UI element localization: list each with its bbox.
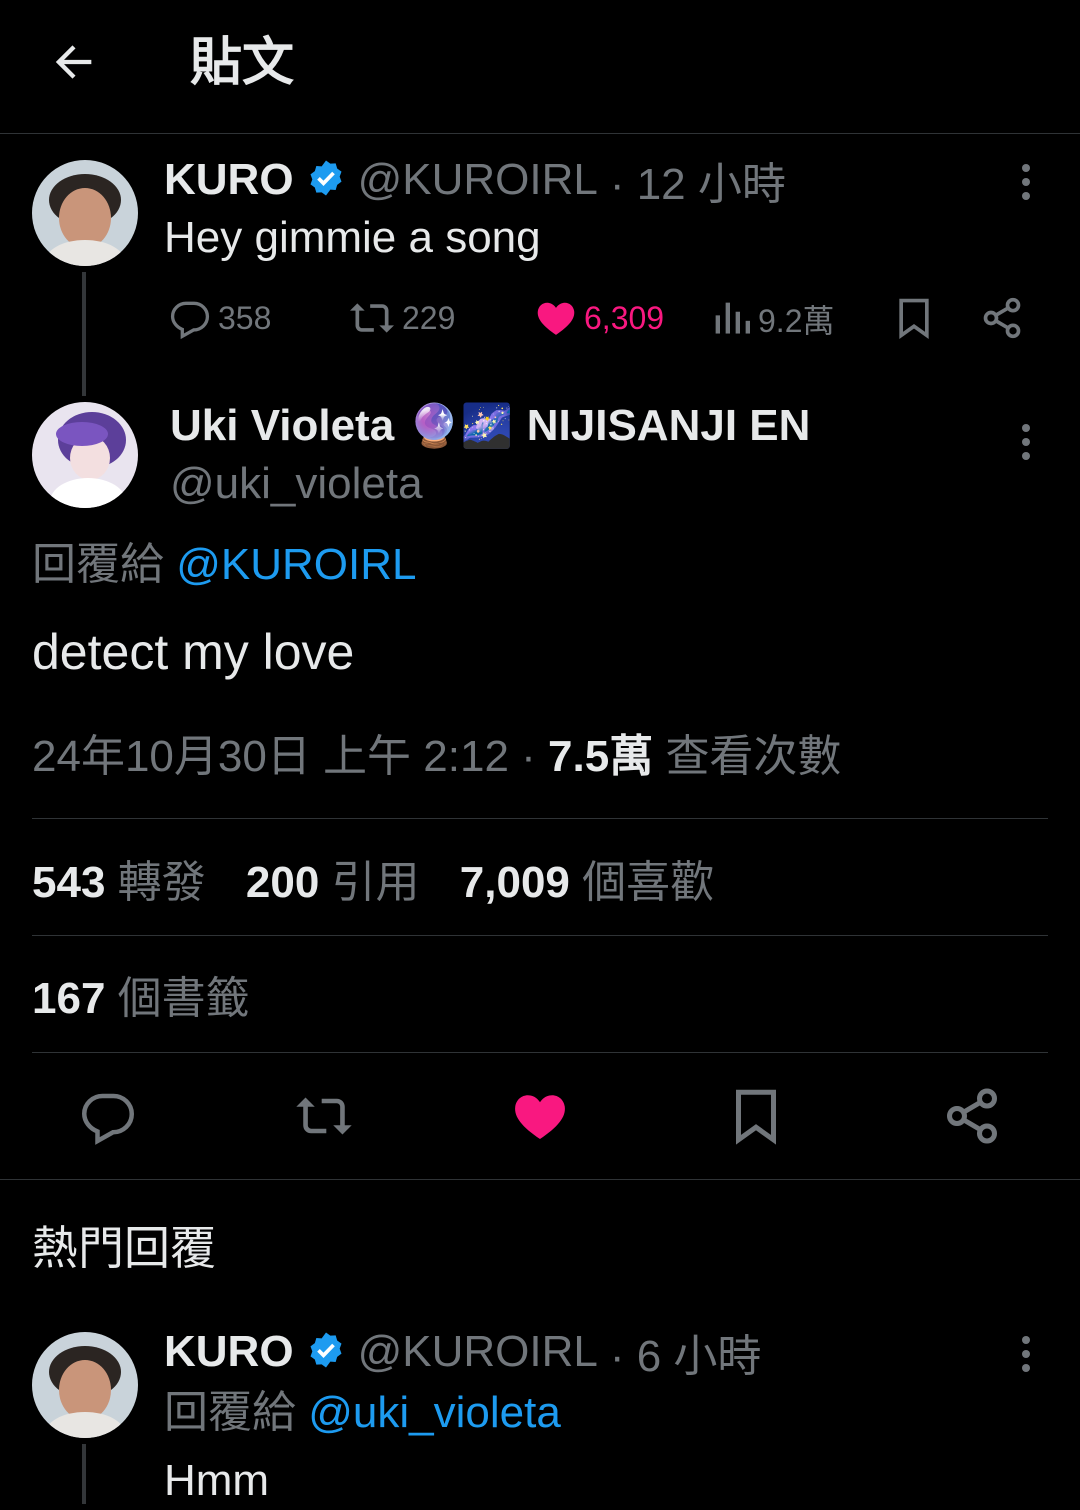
display-name[interactable]: KURO: [164, 1327, 294, 1377]
top-replies-heading[interactable]: 熱門回覆: [32, 1218, 216, 1278]
display-name[interactable]: KURO: [164, 155, 294, 205]
more-options-icon[interactable]: [1006, 162, 1046, 202]
reply-text: Hmm: [164, 1456, 270, 1505]
mention-link[interactable]: @uki_violeta: [308, 1388, 561, 1437]
page-title: 貼文: [190, 34, 295, 92]
handle[interactable]: @KUROIRL: [358, 1327, 598, 1377]
like-button[interactable]: 6,309: [534, 296, 664, 340]
engagement-stats: 543 轉發 200 引用 7,009 個喜歡: [32, 854, 714, 912]
avatar-uki[interactable]: [32, 402, 138, 508]
views-icon: [715, 302, 750, 334]
thread-line: [82, 1444, 86, 1504]
timestamp[interactable]: · 6 小時: [610, 1320, 762, 1384]
bookmarks-stat[interactable]: 167 個書籤: [32, 970, 250, 1028]
reply-count: 358: [218, 299, 272, 336]
likes-stat[interactable]: 7,009 個喜歡: [460, 858, 714, 907]
divider: [32, 935, 1048, 936]
reply-prefix: 回覆給: [32, 540, 164, 589]
avatar-kuro[interactable]: [32, 1332, 138, 1438]
divider: [32, 818, 1048, 819]
reply-button[interactable]: 358: [168, 296, 271, 340]
display-name[interactable]: Uki Violeta: [170, 401, 394, 451]
reply-icon[interactable]: [78, 1086, 138, 1146]
back-arrow-icon[interactable]: [48, 36, 100, 88]
avatar-kuro[interactable]: [32, 160, 138, 266]
handle[interactable]: @KUROIRL: [358, 155, 598, 205]
reply-context: 回覆給 @KUROIRL: [32, 536, 417, 594]
reply-prefix: 回覆給: [164, 1388, 296, 1437]
reply-context: 回覆給 @uki_violeta: [164, 1384, 561, 1442]
tweet-meta: 24年10月30日 上午 2:12 · 7.5萬 查看次數: [32, 728, 841, 786]
retweet-count: 229: [402, 299, 456, 336]
like-count: 6,309: [584, 299, 665, 336]
tweet-header: KURO @KUROIRL · 12 小時: [164, 152, 786, 209]
divider: [32, 1052, 1048, 1053]
verified-badge-icon: [306, 158, 346, 203]
more-options-icon[interactable]: [1006, 1334, 1046, 1374]
heart-filled-icon: [537, 302, 575, 335]
bookmark-icon[interactable]: [726, 1086, 786, 1146]
verified-badge-icon: [306, 1330, 346, 1375]
reply-header: KURO @KUROIRL · 6 小時: [164, 1324, 761, 1381]
emoji-crystal-ball-galaxy-icon: 🔮🌌: [408, 401, 513, 450]
views-label: 查看次數: [665, 732, 842, 781]
tweet-text: Hey gimmie a song: [164, 213, 541, 262]
thread-line: [82, 272, 86, 396]
share-icon[interactable]: [980, 296, 1024, 340]
mention-link[interactable]: @KUROIRL: [176, 540, 416, 589]
views-button[interactable]: 9.2萬: [712, 296, 835, 342]
views-count: 9.2萬: [758, 303, 835, 339]
retweet-icon: [350, 303, 394, 333]
reply-icon: [170, 301, 210, 340]
tweet-timestamp[interactable]: 24年10月30日 上午 2:12 ·: [32, 732, 536, 781]
heart-filled-icon[interactable]: [510, 1086, 570, 1146]
retweet-icon[interactable]: [294, 1086, 354, 1146]
timestamp[interactable]: · 12 小時: [610, 148, 786, 212]
top-bar: 貼文: [0, 0, 1080, 134]
quotes-stat[interactable]: 200 引用: [246, 858, 420, 907]
share-icon[interactable]: [942, 1086, 1002, 1146]
more-options-icon[interactable]: [1006, 422, 1046, 462]
retweet-button[interactable]: 229: [348, 296, 455, 340]
views-count: 7.5萬: [548, 732, 654, 781]
tweet-text: detect my love: [32, 624, 355, 680]
retweets-stat[interactable]: 543 轉發: [32, 858, 206, 907]
display-name-suffix[interactable]: NIJISANJI EN: [527, 401, 811, 451]
bookmark-icon[interactable]: [892, 296, 936, 340]
handle[interactable]: @uki_violeta: [170, 456, 423, 512]
author-row: Uki Violeta 🔮🌌 NIJISANJI EN: [170, 398, 810, 454]
section-divider: [0, 1179, 1080, 1180]
